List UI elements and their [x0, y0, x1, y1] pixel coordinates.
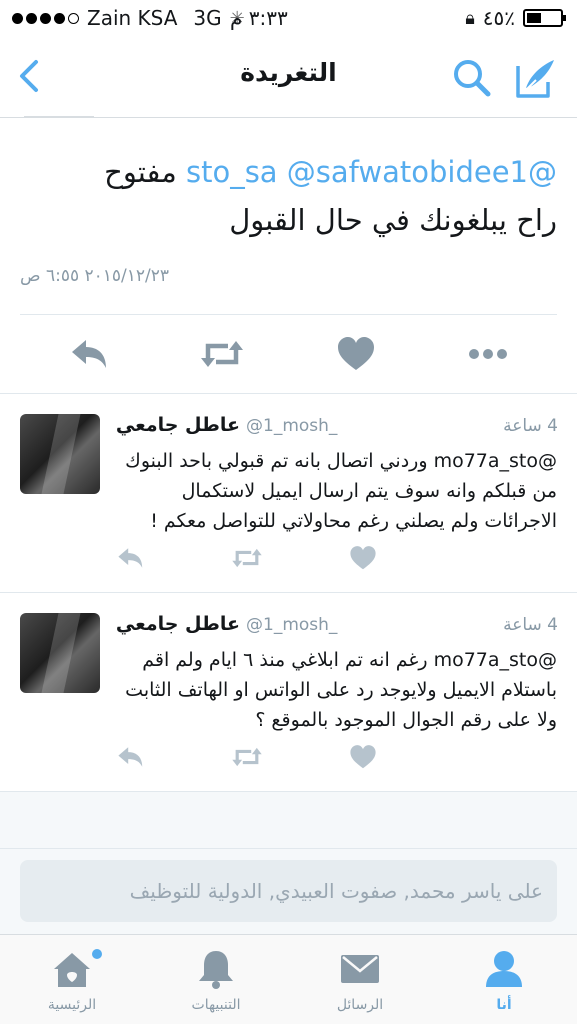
reply-button[interactable] [114, 743, 148, 771]
tweet-actions [0, 544, 577, 574]
search-icon [454, 60, 491, 97]
tab-label: أنا [496, 997, 512, 1013]
search-button[interactable] [450, 56, 494, 100]
status-bar: Zain KSA 3G ✳ ٣:٣٣ م 🔒︎ ٤٥٪ [0, 0, 577, 38]
tab-label: الرئيسية [47, 997, 97, 1013]
tab-bar: الرئيسية التنبيهات الرسائل أنا [0, 934, 577, 1024]
mention-link[interactable]: @mo77a_sto [434, 649, 557, 671]
reply-tweet[interactable]: عاطل جامعي @1_mosh_ 4 ساعة @mo77a_sto رغ… [0, 593, 577, 792]
status-time: ٣:٣٣ م [230, 6, 288, 30]
like-button[interactable] [334, 334, 378, 374]
mention-link[interactable]: @safwatobidee1 [287, 155, 528, 189]
tab-me[interactable]: أنا [432, 935, 576, 1024]
tweet-time: 4 ساعة [503, 615, 558, 635]
main-tweet: @sto_sa @safwatobidee1 مفتوح راح يبلغونك… [0, 118, 577, 394]
bell-icon [199, 951, 233, 989]
battery-icon [523, 9, 566, 27]
divider [20, 314, 557, 315]
tab-label: التنبيهات [191, 997, 241, 1013]
rotation-lock-icon: 🔒︎ [465, 7, 475, 29]
compose-icon [516, 60, 554, 98]
heart-icon [338, 337, 374, 370]
tweet-text: @mo77a_sto وردني اتصال بانه تم قبولي باح… [118, 446, 557, 536]
notification-dot [92, 949, 102, 959]
reply-icon [72, 340, 106, 368]
reply-input[interactable]: على ياسر محمد, صفوت العبيدي, الدولية للت… [20, 860, 557, 922]
retweet-button[interactable] [200, 334, 244, 374]
network-type: 3G [193, 6, 222, 30]
mention-link[interactable]: @mo77a_sto [434, 450, 557, 472]
user-name[interactable]: عاطل جامعي [110, 613, 240, 635]
battery-percent: ٤٥٪ [482, 6, 515, 30]
like-button[interactable] [346, 743, 380, 771]
signal-strength-icon [12, 12, 79, 24]
retweet-icon [232, 747, 262, 767]
retweet-button[interactable] [230, 544, 264, 572]
heart-icon [350, 546, 376, 570]
person-icon [486, 951, 522, 987]
more-options-button[interactable] [466, 334, 510, 374]
tweet-line: راح يبلغونك في حال القبول [229, 203, 557, 237]
like-button[interactable] [346, 544, 380, 572]
carrier-name: Zain KSA [87, 6, 178, 30]
tweet-word: مفتوح [104, 155, 177, 189]
tab-notifications[interactable]: التنبيهات [144, 935, 288, 1024]
tweet-actions [0, 334, 577, 378]
reply-icon [118, 747, 143, 767]
content-spacer [0, 792, 577, 849]
tweet-timestamp: ٢٠١٥/١٢/٢٣ ٦:٥٥ ص [20, 266, 170, 286]
retweet-button[interactable] [230, 743, 264, 771]
main-tweet-text: @sto_sa @safwatobidee1 مفتوح راح يبلغونك… [17, 148, 557, 244]
compose-tweet-button[interactable] [514, 56, 558, 100]
tab-messages[interactable]: الرسائل [288, 935, 432, 1024]
navigation-bar: التغريدة [0, 38, 577, 118]
reply-button[interactable] [68, 334, 112, 374]
reply-compose-bar: على ياسر محمد, صفوت العبيدي, الدولية للت… [0, 849, 577, 934]
tab-home[interactable]: الرئيسية [0, 935, 144, 1024]
reply-button[interactable] [114, 544, 148, 572]
user-handle: @1_mosh_ [246, 416, 338, 436]
retweet-icon [232, 548, 262, 568]
tab-label: الرسائل [336, 997, 384, 1013]
tweet-text: @mo77a_sto رغم انه تم ابلاغي منذ ٦ ايام … [118, 645, 557, 735]
envelope-icon [341, 955, 379, 983]
avatar[interactable] [20, 414, 100, 494]
tweet-actions [0, 743, 577, 773]
home-icon [54, 953, 90, 987]
user-name[interactable]: عاطل جامعي [110, 414, 240, 436]
reply-tweet[interactable]: عاطل جامعي @1_mosh_ 4 ساعة @mo77a_sto ور… [0, 394, 577, 593]
retweet-icon [201, 341, 243, 367]
tweet-time: 4 ساعة [503, 416, 558, 436]
user-handle: @1_mosh_ [246, 615, 338, 635]
more-icon [469, 349, 507, 359]
avatar[interactable] [20, 613, 100, 693]
heart-icon [350, 745, 376, 769]
reply-icon [118, 548, 143, 568]
